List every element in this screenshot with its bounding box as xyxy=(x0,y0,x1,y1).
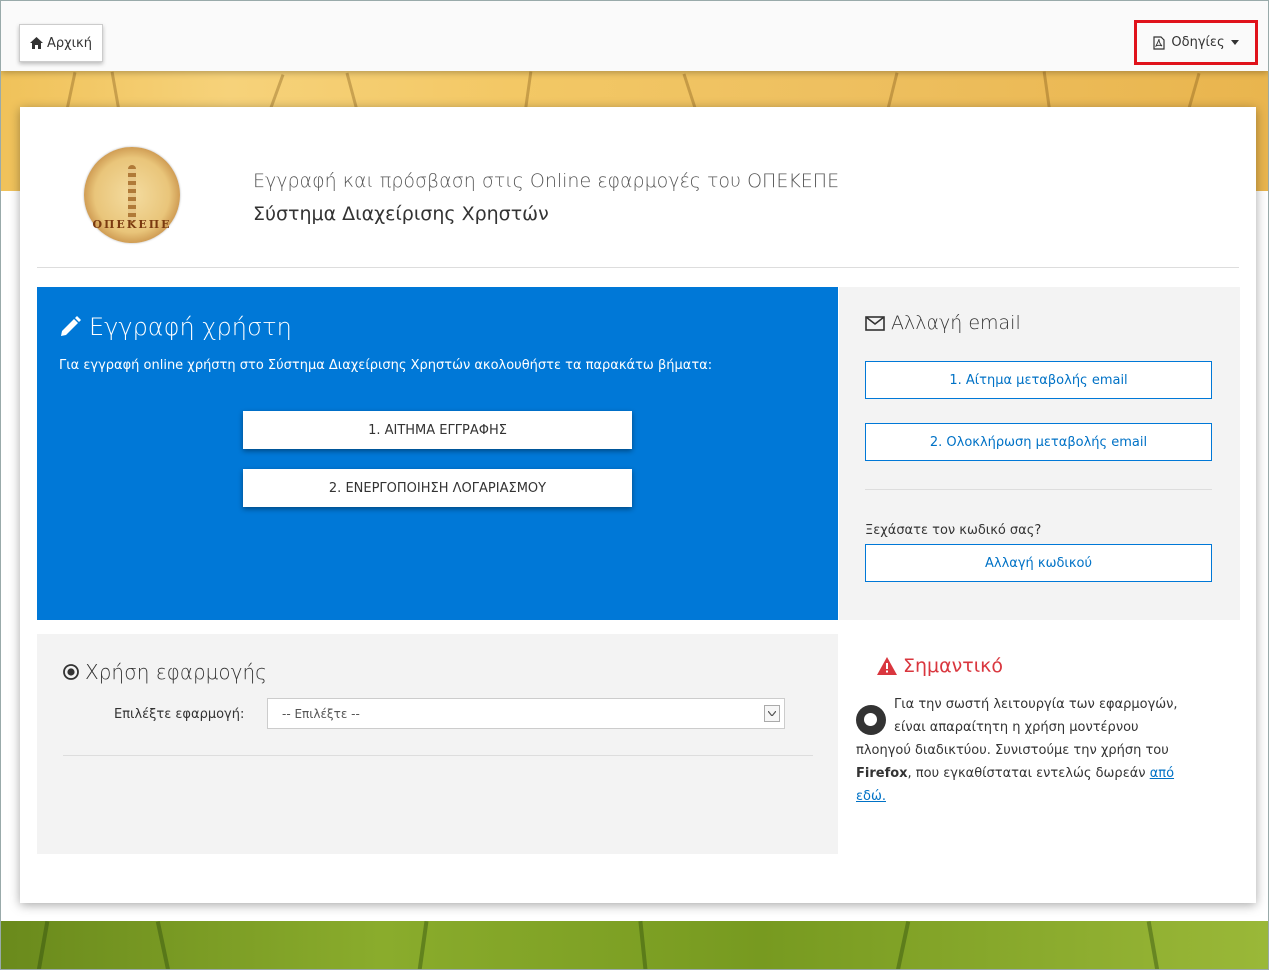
page-title: Σύστημα Διαχείρισης Χρηστών xyxy=(253,203,549,225)
opekepe-logo: ΟΠΕΚΕΠΕ xyxy=(84,147,180,243)
email-change-request-button[interactable]: 1. Αίτημα μεταβολής email xyxy=(865,361,1212,399)
chevron-down-icon[interactable] xyxy=(764,705,780,722)
guides-label: Οδηγίες xyxy=(1171,35,1225,50)
chevron-down-icon xyxy=(1230,40,1239,45)
registration-request-button[interactable]: 1. ΑΙΤΗΜΑ ΕΓΓΡΑΦΗΣ xyxy=(243,411,632,449)
registration-heading: Εγγραφή χρήστη xyxy=(59,313,292,341)
app-usage-section: Χρήση εφαρμογής Επιλέξτε εφαρμογή: -- Επ… xyxy=(37,634,838,854)
guides-highlight: Οδηγίες xyxy=(1134,20,1258,65)
firefox-name: Firefox xyxy=(856,766,908,781)
target-icon xyxy=(63,664,79,680)
app-select-value: -- Επιλέξτε -- xyxy=(282,706,360,721)
browser-frame: Αρχική Οδηγίες ΟΠΕΚΕΠΕ Εγγραφή και πρόσβ… xyxy=(0,0,1269,970)
divider xyxy=(865,489,1212,490)
divider xyxy=(63,755,813,756)
app-usage-heading: Χρήση εφαρμογής xyxy=(63,660,267,684)
home-button[interactable]: Αρχική xyxy=(19,24,103,62)
top-navbar: Αρχική Οδηγίες xyxy=(1,1,1268,71)
warning-icon xyxy=(877,657,897,675)
firefox-icon xyxy=(856,705,886,735)
divider xyxy=(37,267,1239,268)
logo-text: ΟΠΕΚΕΠΕ xyxy=(92,218,172,231)
change-password-button[interactable]: Αλλαγή κωδικού xyxy=(865,544,1212,582)
email-change-heading: Αλλαγή email xyxy=(865,312,1021,334)
select-app-label: Επιλέξτε εφαρμογή: xyxy=(114,707,245,722)
registration-section: Εγγραφή χρήστη Για εγγραφή online χρήστη… xyxy=(37,287,838,620)
guides-dropdown[interactable]: Οδηγίες xyxy=(1153,35,1239,50)
email-change-complete-button[interactable]: 2. Ολοκλήρωση μεταβολής email xyxy=(865,423,1212,461)
pencil-icon xyxy=(61,316,81,336)
main-panel: ΟΠΕΚΕΠΕ Εγγραφή και πρόσβαση στις Online… xyxy=(20,107,1256,903)
home-icon xyxy=(30,37,43,49)
envelope-icon xyxy=(865,315,885,331)
account-activation-button[interactable]: 2. ΕΝΕΡΓΟΠΟΙΗΣΗ ΛΟΓΑΡΙΑΣΜΟΥ xyxy=(243,469,632,507)
forgot-password-text: Ξεχάσατε τον κωδικό σας? xyxy=(865,523,1042,538)
pdf-icon xyxy=(1153,35,1166,50)
app-select[interactable]: -- Επιλέξτε -- xyxy=(267,698,785,729)
home-label: Αρχική xyxy=(47,35,92,51)
registration-instructions: Για εγγραφή online χρήστη στο Σύστημα Δι… xyxy=(59,358,713,373)
important-heading: Σημαντικό xyxy=(877,655,1003,677)
field-background xyxy=(1,920,1268,969)
important-text: Για την σωστή λειτουργία των εφαρμογών, … xyxy=(856,697,1178,804)
email-change-section: Αλλαγή email 1. Αίτημα μεταβολής email 2… xyxy=(839,287,1240,620)
page-subtitle: Εγγραφή και πρόσβαση στις Online εφαρμογ… xyxy=(253,170,840,192)
